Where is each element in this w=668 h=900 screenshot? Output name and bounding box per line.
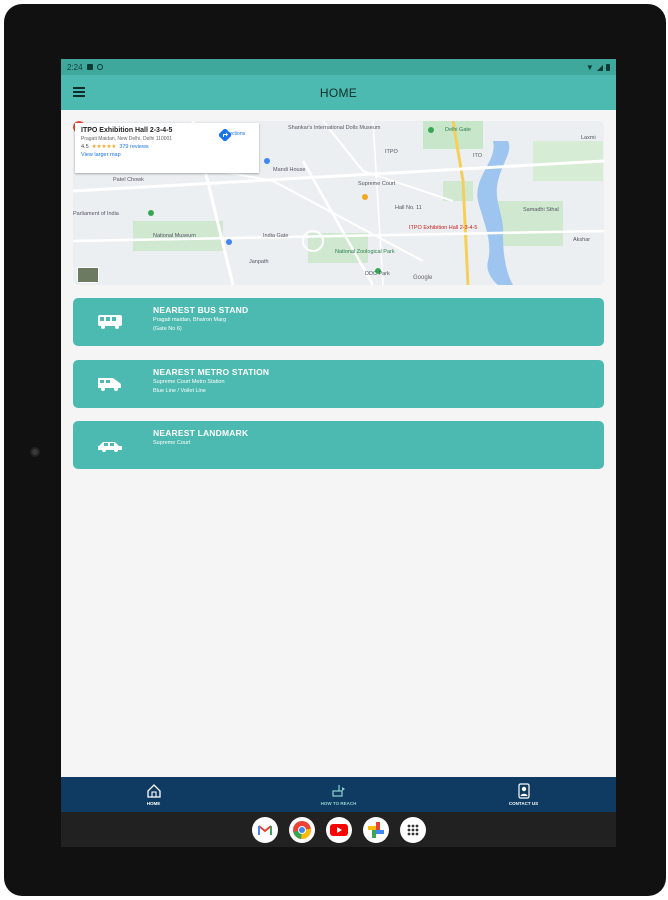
photos-pinwheel-icon — [367, 821, 384, 838]
nav-home[interactable]: HOME — [61, 777, 246, 812]
map-label-delhi-gate: Delhi Gate — [445, 127, 471, 133]
directions-button[interactable]: Directions — [219, 129, 249, 141]
nearest-bus-stand-card[interactable]: NEAREST BUS STAND Pragati maidan, Bhairo… — [73, 298, 604, 346]
card-title: NEAREST BUS STAND — [153, 305, 249, 315]
photos-app-icon[interactable] — [362, 816, 389, 843]
contact-person-icon — [517, 783, 530, 799]
sync-icon — [96, 64, 103, 70]
view-larger-map-link[interactable]: View larger map — [81, 152, 253, 158]
car-icon — [98, 442, 122, 452]
map-label-samadhi: Samadhi Sthal — [523, 207, 559, 213]
map-label-national-museum: National Museum — [153, 233, 196, 239]
card-line-1: Pragati maidan, Bhairon Marg — [153, 317, 227, 323]
directions-signpost-icon — [331, 785, 345, 797]
wifi-icon: ▼ — [585, 62, 594, 72]
gmail-app-icon[interactable] — [251, 816, 278, 843]
directions-icon — [219, 129, 231, 141]
map-label-ito: ITO — [473, 153, 483, 159]
youtube-icon — [329, 823, 348, 836]
place-rating: 4.5 ★★★★★ 379 reviews — [81, 144, 253, 150]
nav-how-to-reach[interactable]: HOW TO REACH — [246, 777, 431, 812]
nav-contact-us-label: CONTACT US — [508, 801, 539, 806]
page-title: HOME — [319, 85, 358, 100]
map-label-parliament: Parliament of India — [73, 211, 119, 217]
app-bar: HOME — [61, 75, 616, 110]
place-address: Pragati Maidan, New Delhi, Delhi 110001 — [81, 136, 173, 142]
map-label-mandi-house: Mandi House — [273, 167, 306, 173]
front-camera — [30, 447, 40, 457]
bus-icon — [98, 315, 122, 329]
nav-home-label: HOME — [146, 801, 161, 806]
chrome-app-icon[interactable] — [288, 816, 315, 843]
map-label-patel-chowk: Patel Chowk — [113, 177, 144, 183]
youtube-app-icon[interactable] — [325, 816, 352, 843]
embedded-map[interactable]: Shankar's International Dolls Museum Del… — [73, 121, 604, 285]
rating-stars: ★★★★★ — [91, 144, 117, 150]
apps-grid-icon — [407, 824, 418, 835]
sim-icon — [86, 64, 93, 70]
map-label-laxmi: Laxmi — [581, 135, 596, 141]
train-icon — [98, 378, 121, 391]
signal-icon: ◢ — [596, 62, 603, 72]
place-info-card: ITPO Exhibition Hall 2-3-4-5 Pragati Mai… — [75, 123, 259, 173]
card-line-2: (Gate No 6) — [153, 326, 182, 332]
status-time: 2:24 — [67, 62, 83, 72]
chrome-icon — [292, 820, 311, 839]
map-label-shankars: Shankar's International Dolls Museum — [288, 125, 381, 131]
map-label-national-zoo: National Zoological Park — [335, 249, 395, 255]
status-bar: 2:24 ▼ ◢ — [61, 59, 616, 75]
google-logo: Google — [413, 275, 433, 281]
card-line-1: Supreme Court Metro Station — [153, 379, 225, 385]
hamburger-menu-icon[interactable] — [73, 87, 85, 97]
map-label-hall-11: Hall No. 11 — [395, 205, 422, 211]
map-label-india-gate: India Gate — [263, 233, 289, 239]
battery-icon — [606, 63, 610, 71]
nav-contact-us[interactable]: CONTACT US — [431, 777, 616, 812]
map-label-itpo: ITPO — [385, 149, 398, 155]
satellite-toggle[interactable] — [77, 267, 99, 283]
rating-value: 4.5 — [81, 144, 89, 150]
nav-how-to-reach-label: HOW TO REACH — [320, 801, 357, 806]
app-screen: 2:24 ▼ ◢ HOME Shankar's International Do… — [61, 59, 616, 847]
map-label-ddc: DDC Park — [365, 271, 390, 277]
map-label-supreme-court: Supreme Court — [358, 181, 396, 187]
gmail-icon — [257, 824, 272, 835]
bottom-navigation: HOME HOW TO REACH CONTACT US — [61, 777, 616, 812]
nearest-metro-station-card[interactable]: NEAREST METRO STATION Supreme Court Metr… — [73, 360, 604, 408]
card-title: NEAREST METRO STATION — [153, 367, 270, 377]
system-taskbar — [61, 812, 616, 847]
home-icon — [146, 784, 161, 798]
map-label-janpath: Janpath — [249, 259, 269, 265]
card-line-2: Blue Line / Voilet Line — [153, 388, 206, 394]
map-label-akshar: Akshar — [573, 237, 591, 243]
reviews-link[interactable]: 379 reviews — [119, 144, 148, 150]
card-title: NEAREST LANDMARK — [153, 428, 249, 438]
tablet-frame: 2:24 ▼ ◢ HOME Shankar's International Do… — [4, 4, 666, 896]
card-line-1: Supreme Court — [153, 440, 191, 446]
nearest-landmark-card[interactable]: NEAREST LANDMARK Supreme Court — [73, 421, 604, 469]
app-drawer-button[interactable] — [399, 816, 426, 843]
map-label-pin: ITPO Exhibition Hall 2-3-4-5 — [409, 225, 478, 231]
